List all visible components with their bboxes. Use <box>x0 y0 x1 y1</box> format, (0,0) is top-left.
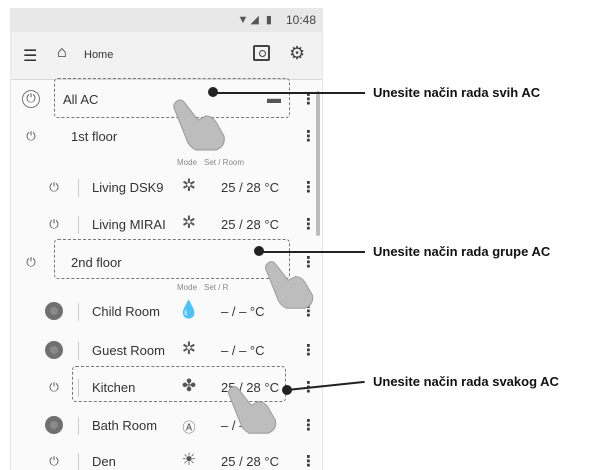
row-name: Living DSK9 <box>92 180 164 195</box>
list-item-unit[interactable]: Guest Room ✲ – / – °C ⋮ <box>11 332 322 369</box>
drop-icon: 💧 <box>178 300 200 319</box>
app-bar: ☰ ⌂ Home ⚙ <box>11 32 322 80</box>
callout-each: Unesite način rada svakog AC <box>373 374 559 389</box>
power-icon[interactable] <box>45 302 63 320</box>
power-icon[interactable]: ⏻ <box>45 215 63 233</box>
row-name: Living MIRAI <box>92 217 166 232</box>
row-name: Guest Room <box>92 343 165 358</box>
callout-all-ac: Unesite način rada svih AC <box>373 85 541 100</box>
status-bar: ▼◢ ▮ 10:48 <box>11 8 322 32</box>
page-title: Home <box>84 49 114 61</box>
highlight-group <box>54 239 290 279</box>
row-temp: 25 / 28 °C <box>221 454 279 469</box>
snowflake-icon: ✲ <box>181 339 197 358</box>
list-item-unit[interactable]: ⏻ Living MIRAI ✲ 25 / 28 °C ⋮ <box>11 206 322 243</box>
auto-a-icon: Ⓐ <box>182 420 196 435</box>
row-temp: – / – °C <box>221 343 265 358</box>
more-menu-icon[interactable]: ⋮ <box>301 127 316 145</box>
signal-battery-icons: ▼◢ ▮ <box>237 14 274 26</box>
power-icon[interactable] <box>45 341 63 359</box>
power-icon[interactable]: ⏻ <box>45 378 63 396</box>
gear-icon[interactable]: ⚙ <box>289 43 305 64</box>
row-name: 1st floor <box>71 129 118 144</box>
list-item-unit[interactable]: ⏻ Living DSK9 ✲ 25 / 28 °C ⋮ <box>11 169 322 206</box>
pointing-hand-icon <box>228 386 277 434</box>
row-temp: 25 / 28 °C <box>221 217 279 232</box>
more-menu-icon[interactable]: ⋮ <box>301 215 316 233</box>
row-temp: 25 / 28 °C <box>221 180 279 195</box>
more-menu-icon[interactable]: ⋮ <box>301 341 316 359</box>
home-icon: ⌂ <box>57 44 67 61</box>
menu-list-icon[interactable]: ☰ <box>23 46 37 66</box>
pointing-hand-icon <box>265 261 314 309</box>
callout-group: Unesite način rada grupe AC <box>373 244 551 259</box>
power-icon[interactable]: ⏻ <box>22 127 40 145</box>
list-item-group[interactable]: ⏻ 1st floor ⋮ <box>11 118 322 155</box>
power-icon[interactable]: ⏻ <box>45 178 63 196</box>
snowflake-icon: ✲ <box>181 213 197 232</box>
row-name: Child Room <box>92 304 160 319</box>
callout-line <box>259 251 365 253</box>
more-menu-icon[interactable]: ⋮ <box>301 178 316 196</box>
row-temp: – / – °C <box>221 304 265 319</box>
status-time: 10:48 <box>285 13 316 27</box>
more-menu-icon[interactable]: ⋮ <box>301 452 316 470</box>
row-name: Bath Room <box>92 418 158 433</box>
power-icon[interactable]: ⏻ <box>45 452 63 470</box>
callout-line <box>213 92 365 94</box>
pointing-hand-icon <box>173 99 225 151</box>
schedule-calendar-icon[interactable] <box>253 45 270 61</box>
more-menu-icon[interactable]: ⋮ <box>301 416 316 434</box>
sun-icon: ☀ <box>181 450 197 469</box>
power-icon[interactable]: ⏻ <box>22 253 40 271</box>
snowflake-icon: ✲ <box>181 176 197 195</box>
power-icon[interactable] <box>45 416 63 434</box>
power-icon[interactable]: ⏻ <box>22 90 40 108</box>
row-name: Den <box>92 454 116 469</box>
list-item-unit[interactable]: ⏻ Den ☀ 25 / 28 °C ⋮ <box>11 443 322 470</box>
